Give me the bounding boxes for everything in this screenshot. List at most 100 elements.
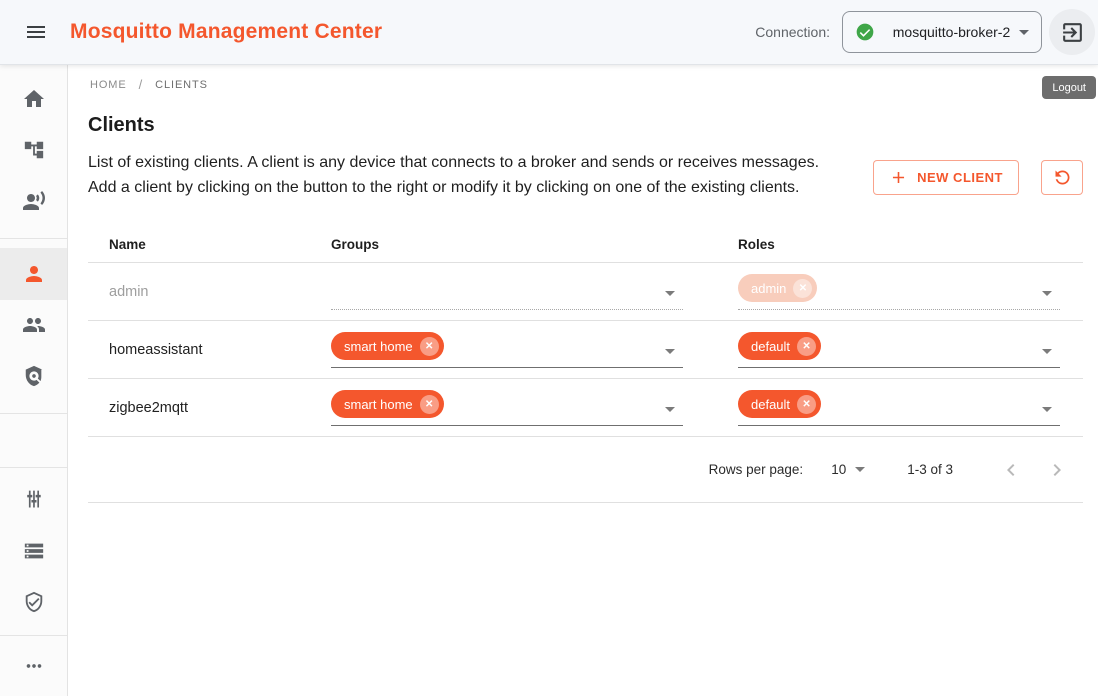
table-row[interactable]: homeassistant smart home ✕ default ✕ — [88, 321, 1083, 379]
sidebar-divider — [0, 238, 67, 239]
table-body: admin admin ✕ homeassistant smart home ✕ — [88, 263, 1083, 437]
roles-select[interactable]: admin ✕ — [738, 273, 1060, 310]
topic-tree-icon — [23, 139, 45, 161]
chevron-down-icon — [1019, 30, 1029, 35]
chip-delete-icon[interactable]: ✕ — [797, 395, 816, 414]
chip-label: default — [751, 397, 790, 412]
check-circle-icon — [855, 22, 875, 42]
chevron-down-icon — [1042, 349, 1052, 354]
logout-tooltip: Logout — [1042, 76, 1096, 99]
groups-select[interactable] — [331, 273, 683, 310]
chip-label: default — [751, 339, 790, 354]
page-title: Clients — [88, 114, 1083, 137]
sidebar-divider — [0, 413, 67, 414]
chip[interactable]: default ✕ — [738, 390, 821, 418]
chevron-down-icon — [665, 349, 675, 354]
table-row[interactable]: admin admin ✕ — [88, 263, 1083, 321]
column-header-groups: Groups — [331, 237, 738, 252]
table-header-row: Name Groups Roles — [88, 226, 1083, 263]
sidebar-item-logs[interactable] — [0, 527, 67, 575]
pagination-range: 1-3 of 3 — [907, 462, 953, 477]
chevron-down-icon — [665, 291, 675, 296]
client-name: admin — [109, 284, 149, 300]
breadcrumb-separator: / — [139, 77, 144, 92]
chip[interactable]: default ✕ — [738, 332, 821, 360]
groups-chips: smart home ✕ — [331, 332, 444, 366]
exit-to-app-icon — [1060, 20, 1085, 45]
chevron-right-icon — [1045, 458, 1069, 482]
plus-icon — [889, 168, 908, 187]
client-name: homeassistant — [109, 342, 203, 358]
roles-chips: default ✕ — [738, 390, 821, 424]
roles-select[interactable]: default ✕ — [738, 331, 1060, 368]
sidebar — [0, 64, 68, 696]
connection-label: Connection: — [755, 24, 830, 40]
previous-page-button[interactable] — [991, 450, 1031, 490]
sidebar-item-roles[interactable] — [0, 352, 67, 400]
verified-shield-icon — [23, 591, 45, 613]
sidebar-item-more[interactable] — [0, 642, 67, 690]
chevron-down-icon — [1042, 407, 1052, 412]
policy-shield-search-icon — [23, 365, 45, 387]
chevron-down-icon[interactable] — [855, 467, 865, 472]
chip-delete-icon[interactable]: ✕ — [420, 395, 439, 414]
new-client-button[interactable]: NEW CLIENT — [873, 160, 1019, 195]
table-row[interactable]: zigbee2mqtt smart home ✕ default ✕ — [88, 379, 1083, 437]
chip-label: smart home — [344, 339, 413, 354]
record-voice-over-icon — [22, 189, 46, 213]
logout-button[interactable] — [1049, 9, 1095, 55]
refresh-button[interactable] — [1041, 160, 1083, 195]
roles-chips: default ✕ — [738, 332, 821, 366]
rows-per-page-value[interactable]: 10 — [831, 462, 846, 477]
chip[interactable]: smart home ✕ — [331, 390, 444, 418]
clients-table: Name Groups Roles admin admin ✕ homeassis… — [88, 226, 1083, 503]
more-horiz-icon — [23, 655, 45, 677]
breadcrumb-clients: CLIENTS — [155, 79, 208, 91]
main-content: HOME / CLIENTS Clients List of existing … — [68, 64, 1098, 696]
client-name: zigbee2mqtt — [109, 400, 188, 416]
app-bar: Mosquitto Management Center Connection: … — [0, 0, 1098, 64]
person-icon — [22, 262, 46, 286]
chip-delete-icon[interactable]: ✕ — [793, 279, 812, 298]
roles-chips: admin ✕ — [738, 274, 817, 308]
column-header-roles: Roles — [738, 237, 1083, 252]
sidebar-item-home[interactable] — [0, 75, 67, 123]
breadcrumb-home[interactable]: HOME — [90, 79, 127, 91]
storage-list-icon — [23, 540, 45, 562]
rows-per-page-label: Rows per page: — [709, 462, 804, 477]
home-icon — [22, 87, 46, 111]
groups-select[interactable]: smart home ✕ — [331, 331, 683, 368]
chevron-down-icon — [665, 407, 675, 412]
breadcrumb: HOME / CLIENTS — [90, 77, 1083, 92]
pagination-bar: Rows per page: 10 1-3 of 3 — [88, 437, 1083, 503]
chip-delete-icon[interactable]: ✕ — [797, 337, 816, 356]
roles-select[interactable]: default ✕ — [738, 389, 1060, 426]
app-title: Mosquitto Management Center — [70, 20, 382, 44]
chip-label: smart home — [344, 397, 413, 412]
connection-value: mosquitto-broker-2 — [884, 24, 1019, 40]
new-client-label: NEW CLIENT — [917, 170, 1003, 185]
sidebar-item-security[interactable] — [0, 578, 67, 626]
chip[interactable]: admin ✕ — [738, 274, 817, 302]
page-description: List of existing clients. A client is an… — [88, 150, 830, 200]
groups-select[interactable]: smart home ✕ — [331, 389, 683, 426]
chip-delete-icon[interactable]: ✕ — [420, 337, 439, 356]
sidebar-item-listeners[interactable] — [0, 177, 67, 225]
sliders-icon — [23, 489, 45, 511]
chip-label: admin — [751, 281, 786, 296]
hamburger-menu-icon[interactable] — [16, 12, 56, 52]
groups-chips: smart home ✕ — [331, 390, 444, 424]
refresh-ccw-icon — [1052, 167, 1073, 188]
sidebar-item-topic-tree[interactable] — [0, 126, 67, 174]
sidebar-item-clients[interactable] — [0, 248, 67, 300]
chip[interactable]: smart home ✕ — [331, 332, 444, 360]
column-header-name: Name — [88, 237, 331, 252]
chevron-left-icon — [999, 458, 1023, 482]
sidebar-item-groups[interactable] — [0, 301, 67, 349]
next-page-button[interactable] — [1037, 450, 1077, 490]
connection-select[interactable]: mosquitto-broker-2 — [842, 11, 1042, 53]
chevron-down-icon — [1042, 291, 1052, 296]
sidebar-divider — [0, 635, 67, 636]
sidebar-item-settings[interactable] — [0, 476, 67, 524]
sidebar-divider — [0, 467, 67, 468]
